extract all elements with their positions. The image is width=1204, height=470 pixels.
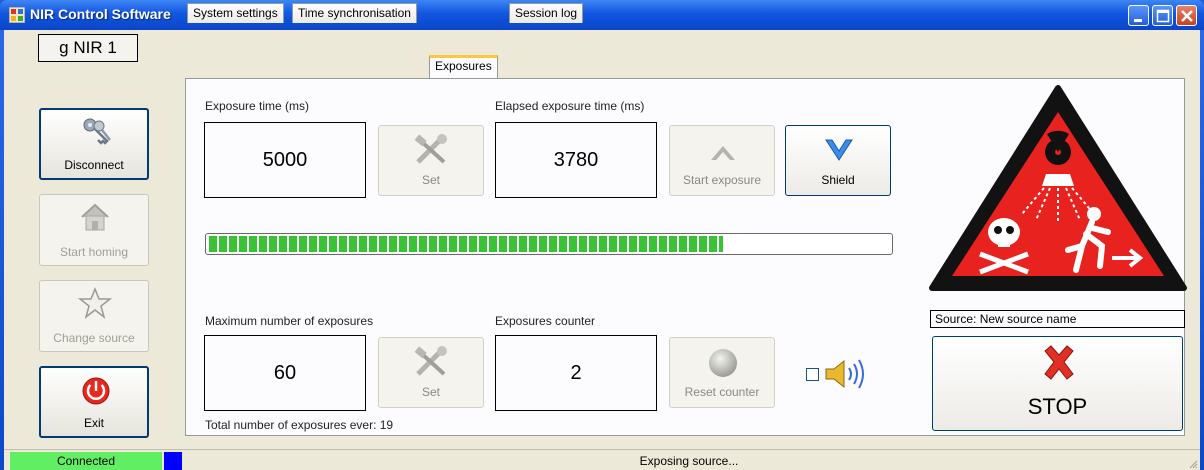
minimize-button[interactable] (1128, 5, 1149, 26)
sound-checkbox[interactable] (806, 368, 819, 381)
disconnect-label: Disconnect (64, 158, 124, 172)
app-window: NIR Control Software g NIR 1 Disconnect … (0, 0, 1204, 470)
tab-session-log[interactable]: Session log (509, 3, 584, 23)
close-button[interactable] (1176, 5, 1197, 26)
maximize-icon (1156, 9, 1170, 23)
stop-button[interactable]: STOP (932, 336, 1183, 431)
maximize-button[interactable] (1152, 5, 1173, 26)
status-message: Exposing source... (639, 454, 739, 468)
title-bar[interactable]: NIR Control Software (0, 0, 1204, 30)
status-indicator (164, 452, 182, 470)
window-title: NIR Control Software (30, 6, 171, 22)
tools-icon (414, 134, 447, 164)
elapsed-time-label: Elapsed exposure time (ms) (495, 99, 645, 113)
status-bar: Connected Exposing source... (4, 449, 1200, 470)
set-max-exposures-label: Set (421, 385, 440, 399)
exposure-time-label: Exposure time (ms) (205, 99, 310, 113)
exposure-progress-bar (205, 233, 893, 255)
sphere-icon (709, 349, 737, 377)
set-exposure-time-button[interactable]: Set (378, 125, 484, 196)
chevron-up-icon (711, 146, 735, 160)
change-source-button[interactable]: Change source (39, 280, 149, 352)
total-exposures-text: Total number of exposures ever: 19 (205, 418, 394, 432)
set-max-exposures-button[interactable]: Set (378, 337, 484, 408)
star-icon (78, 287, 112, 319)
reset-counter-button[interactable]: Reset counter (669, 337, 775, 408)
start-exposure-button[interactable]: Start exposure (669, 125, 775, 196)
disconnect-button[interactable]: Disconnect (39, 108, 149, 180)
resize-grip-icon[interactable] (1188, 459, 1198, 469)
tab-exposures[interactable]: Exposures (429, 55, 498, 78)
tools-icon (414, 346, 447, 376)
app-grid-icon (9, 7, 25, 23)
exposure-time-field[interactable]: 5000 (204, 122, 366, 198)
change-source-label: Change source (53, 331, 135, 345)
max-exposures-field[interactable]: 60 (204, 335, 366, 411)
source-name-box: Source: New source name (930, 310, 1185, 328)
start-homing-button[interactable]: Start homing (39, 194, 149, 266)
start-exposure-label: Start exposure (682, 173, 762, 187)
radiation-warning-icon (929, 85, 1187, 291)
minimize-icon (1134, 19, 1142, 22)
tab-system-settings[interactable]: System settings (187, 3, 284, 23)
set-exposure-time-label: Set (421, 173, 440, 187)
exit-button[interactable]: Exit (39, 366, 149, 438)
max-exposures-label: Maximum number of exposures (205, 314, 374, 328)
exposures-counter-label: Exposures counter (495, 314, 596, 328)
shield-label: Shield (821, 173, 855, 187)
chevron-down-icon (825, 139, 853, 161)
close-icon (1181, 10, 1193, 22)
exposures-counter-field: 2 (495, 335, 657, 411)
start-homing-label: Start homing (59, 245, 129, 259)
reset-counter-label: Reset counter (684, 385, 760, 399)
exit-label: Exit (83, 416, 104, 430)
speaker-icon (825, 359, 864, 389)
elapsed-time-field: 3780 (495, 122, 657, 198)
device-name-box: g NIR 1 (38, 34, 138, 62)
connection-status: Connected (10, 452, 162, 470)
power-icon (82, 377, 110, 405)
house-icon (81, 203, 109, 231)
shield-button[interactable]: Shield (785, 125, 891, 196)
exposure-progress-fill (209, 236, 724, 252)
red-x-icon (1044, 345, 1074, 380)
tab-time-synchronisation[interactable]: Time synchronisation (292, 3, 417, 23)
stop-label: STOP (1027, 394, 1088, 419)
keys-icon (83, 118, 111, 145)
